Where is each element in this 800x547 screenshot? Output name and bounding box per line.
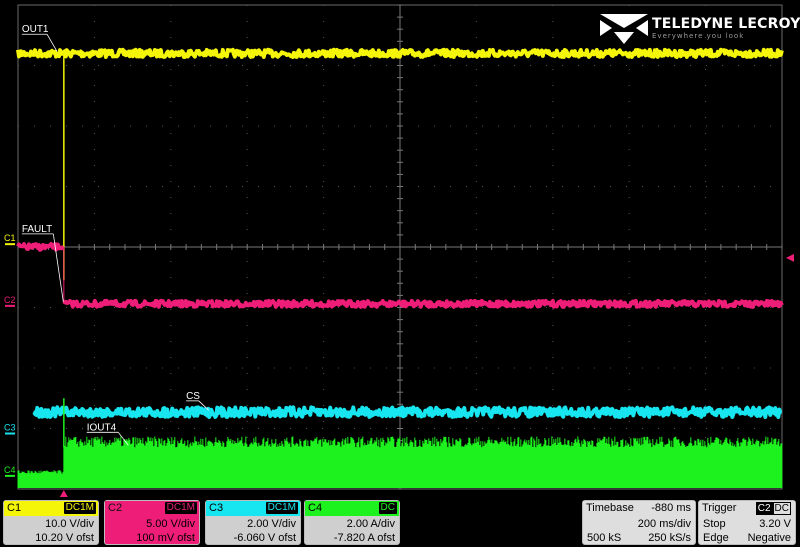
channel-c1-descriptor[interactable]: C1 DC1M 10.0 V/div 10.20 V ofst: [3, 500, 99, 545]
trace-iout4-fill: [63, 436, 783, 488]
scope-waveform-display: OUT1 FAULT CS IOUT4 C1 C2 C3 C4: [0, 0, 800, 497]
channel-name: C4: [308, 502, 323, 514]
trace-label-iout4: IOUT4: [87, 422, 117, 433]
channel-name: C1: [7, 502, 22, 514]
vertical-offset: 100 mV ofst: [136, 532, 195, 544]
acquisition-mode: Stop: [703, 518, 726, 530]
trigger-source: C2: [755, 502, 773, 515]
trace-label-cs: CS: [186, 391, 200, 402]
time-per-div: 200 ms/div: [637, 518, 691, 530]
trigger-descriptor[interactable]: Trigger C2 DC Stop 3.20 V Edge Negative: [698, 500, 796, 545]
channel-name: C2: [108, 502, 123, 514]
trace-label-fault: FAULT: [22, 224, 52, 235]
trigger-coupling: DC: [772, 502, 791, 515]
trigger-slope: Negative: [747, 532, 791, 544]
trace-out1: [16, 47, 784, 60]
trigger-label: Trigger: [702, 502, 737, 514]
vertical-offset: -6.060 V ofst: [233, 532, 296, 544]
teledyne-lecroy-logo: TELEDYNE LECROY Everywhere you look: [600, 14, 800, 46]
timebase-descriptor[interactable]: Timebase -880 ms 200 ms/div 500 kS 250 k…: [582, 500, 696, 545]
lecroy-emblem-icon: [600, 14, 648, 44]
trace-cs: [32, 405, 783, 419]
logo-tagline: Everywhere you look: [652, 32, 745, 40]
timebase-delay: -880 ms: [651, 502, 691, 514]
coupling-badge: DC1M: [265, 502, 298, 514]
trigger-level: 3.20 V: [759, 518, 791, 530]
channel-c4-descriptor[interactable]: C4 DC 2.00 A/div -7.820 A ofst: [304, 500, 400, 545]
vertical-scale: 5.00 V/div: [146, 518, 195, 530]
vertical-offset: -7.820 A ofst: [333, 532, 395, 544]
channel-marker-c4: C4: [4, 465, 16, 475]
timebase-label: Timebase: [586, 502, 634, 514]
coupling-badge: DC1M: [164, 502, 197, 514]
trace-label-out1: OUT1: [22, 24, 49, 35]
sample-count: 500 kS: [587, 532, 622, 544]
channel-c3-descriptor[interactable]: C3 DC1M 2.00 V/div -6.060 V ofst: [205, 500, 301, 545]
coupling-badge: DC: [378, 502, 397, 514]
channel-name: C3: [209, 502, 224, 514]
sample-rate: 250 kS/s: [648, 532, 691, 544]
vertical-offset: 10.20 V ofst: [35, 532, 94, 544]
vertical-scale: 2.00 V/div: [247, 518, 296, 530]
channel-marker-c3: C3: [4, 423, 16, 433]
channel-c2-descriptor[interactable]: C2 DC1M 5.00 V/div 100 mV ofst: [104, 500, 200, 545]
logo-wordmark: TELEDYNE LECROY: [652, 16, 800, 32]
vertical-scale: 2.00 A/div: [346, 518, 395, 530]
vertical-scale: 10.0 V/div: [45, 518, 94, 530]
channel-marker-c1: C1: [4, 233, 16, 243]
trigger-type: Edge: [703, 532, 729, 544]
channel-marker-c2: C2: [4, 295, 16, 305]
coupling-badge: DC1M: [63, 502, 96, 514]
trace-iout4-fill: [17, 470, 64, 488]
